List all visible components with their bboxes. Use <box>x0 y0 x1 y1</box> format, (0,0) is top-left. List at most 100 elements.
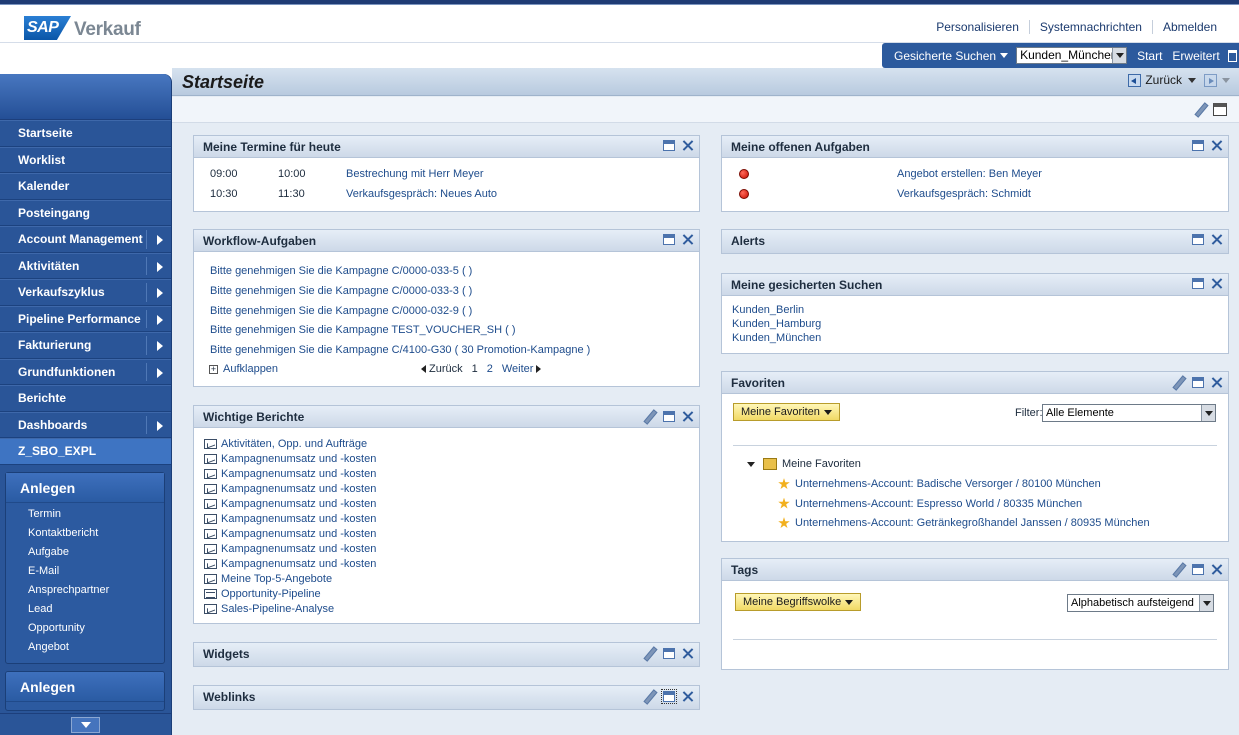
workflow-task-link[interactable]: Bitte genehmigen Sie die Kampagne C/0000… <box>210 285 472 297</box>
report-link[interactable]: Kampagnenumsatz und -kosten <box>221 453 376 465</box>
edit-pencil-icon[interactable] <box>643 690 656 703</box>
favorite-item[interactable]: Unternehmens-Account: Badische Versorger… <box>778 478 1101 490</box>
report-item[interactable]: Aktivitäten, Opp. und Aufträge <box>204 438 367 450</box>
report-item[interactable]: Opportunity-Pipeline <box>204 588 321 600</box>
nav-item[interactable]: Startseite <box>0 120 171 147</box>
favorite-link[interactable]: Unternehmens-Account: Badische Versorger… <box>795 478 1101 490</box>
create-link[interactable]: Opportunity <box>6 619 164 638</box>
chevron-right-icon[interactable] <box>157 288 163 298</box>
back-history-dropdown-icon[interactable] <box>1188 77 1196 83</box>
task-link[interactable]: Verkaufsgespräch: Schmidt <box>897 188 1031 200</box>
chevron-right-icon[interactable] <box>157 314 163 325</box>
report-item[interactable]: Meine Top-5-Angebote <box>204 573 332 585</box>
minimize-icon[interactable] <box>663 234 675 245</box>
nav-item[interactable]: Pipeline Performance <box>0 305 171 332</box>
close-icon[interactable] <box>682 691 693 702</box>
chevron-right-icon[interactable] <box>157 261 163 272</box>
nav-item[interactable]: Account Management <box>0 226 171 253</box>
chevron-right-icon[interactable] <box>157 367 163 378</box>
expand-control[interactable]: + Aufklappen <box>209 363 278 375</box>
report-item[interactable]: Kampagnenumsatz und -kosten <box>204 483 376 495</box>
nav-item[interactable]: Worklist <box>0 146 171 173</box>
minimize-icon[interactable] <box>1192 278 1204 289</box>
favorite-link[interactable]: Unternehmens-Account: Espresso World / 8… <box>795 498 1082 510</box>
filter-select[interactable]: Alle Elemente <box>1042 404 1216 422</box>
report-item[interactable]: Kampagnenumsatz und -kosten <box>204 468 376 480</box>
create-link[interactable]: Aufgabe <box>6 543 164 562</box>
favorites-folder[interactable]: Meine Favoriten <box>747 458 861 470</box>
workflow-task-link[interactable]: Bitte genehmigen Sie die Kampagne C/0000… <box>210 305 472 317</box>
report-link[interactable]: Kampagnenumsatz und -kosten <box>221 528 376 540</box>
tag-cloud-button[interactable]: Meine Begriffswolke <box>735 593 862 611</box>
dropdown-arrow-icon[interactable] <box>1112 48 1127 63</box>
minimize-icon[interactable] <box>1192 234 1204 245</box>
close-icon[interactable] <box>682 411 693 422</box>
report-item[interactable]: Sales-Pipeline-Analyse <box>204 603 334 615</box>
create-link[interactable]: Kontaktbericht <box>6 524 164 543</box>
appointment-link[interactable]: Bestrechung mit Herr Meyer <box>346 168 484 180</box>
report-link[interactable]: Kampagnenumsatz und -kosten <box>221 558 376 570</box>
report-item[interactable]: Kampagnenumsatz und -kosten <box>204 558 376 570</box>
chevron-right-icon[interactable] <box>157 235 163 245</box>
logout-link[interactable]: Abmelden <box>1151 20 1227 34</box>
pager-next[interactable]: Weiter <box>502 363 542 375</box>
nav-item[interactable]: Aktivitäten <box>0 252 171 279</box>
minimize-icon[interactable] <box>1192 564 1204 575</box>
tree-expanded-icon[interactable] <box>747 461 755 467</box>
nav-item[interactable]: Berichte <box>0 385 171 412</box>
task-link[interactable]: Angebot erstellen: Ben Meyer <box>897 168 1042 180</box>
close-icon[interactable] <box>682 648 693 659</box>
minimize-icon[interactable] <box>1192 377 1204 388</box>
report-link[interactable]: Aktivitäten, Opp. und Aufträge <box>221 438 367 450</box>
workflow-task-link[interactable]: Bitte genehmigen Sie die Kampagne C/4100… <box>210 344 590 356</box>
nav-item[interactable]: Posteingang <box>0 199 171 226</box>
system-messages-link[interactable]: Systemnachrichten <box>1028 20 1152 34</box>
create-link[interactable]: E-Mail <box>6 562 164 581</box>
forward-icon[interactable] <box>1204 73 1217 87</box>
pager-page-2[interactable]: 2 <box>487 363 493 375</box>
personalize-link[interactable]: Personalisieren <box>926 20 1029 34</box>
nav-item[interactable]: Grundfunktionen <box>0 358 171 385</box>
back-icon[interactable] <box>1128 73 1142 87</box>
close-icon[interactable] <box>1211 564 1222 575</box>
nav-item[interactable]: Z_SBO_EXPL <box>0 438 171 465</box>
report-link[interactable]: Kampagnenumsatz und -kosten <box>221 483 376 495</box>
edit-pencil-icon[interactable] <box>1172 376 1185 389</box>
pager-page-1[interactable]: 1 <box>472 363 478 375</box>
saved-search-link[interactable]: Kunden_Hamburg <box>732 318 821 330</box>
close-icon[interactable] <box>682 234 693 245</box>
report-link[interactable]: Meine Top-5-Angebote <box>221 573 332 585</box>
report-item[interactable]: Kampagnenumsatz und -kosten <box>204 543 376 555</box>
chevron-right-icon[interactable] <box>157 420 163 431</box>
report-link[interactable]: Kampagnenumsatz und -kosten <box>221 543 376 555</box>
nav-item[interactable]: Fakturierung <box>0 332 171 359</box>
personalize-page-pencil-icon[interactable] <box>1194 103 1207 116</box>
nav-item[interactable]: Kalender <box>0 173 171 200</box>
edit-pencil-icon[interactable] <box>1172 563 1185 576</box>
trash-icon[interactable] <box>1227 49 1237 62</box>
expand-plus-icon[interactable]: + <box>209 364 218 374</box>
favorite-item[interactable]: Unternehmens-Account: Getränkegroßhandel… <box>778 517 1150 529</box>
nav-scroll-down-button[interactable] <box>71 717 100 733</box>
saved-search-link[interactable]: Kunden_München <box>732 332 821 344</box>
create-link[interactable]: Ansprechpartner <box>6 581 164 600</box>
report-item[interactable]: Kampagnenumsatz und -kosten <box>204 528 376 540</box>
nav-item[interactable]: Dashboards <box>0 411 171 438</box>
saved-searches-menu[interactable]: Gesicherte Suchen <box>894 49 1009 63</box>
workflow-task-link[interactable]: Bitte genehmigen Sie die Kampagne TEST_V… <box>210 324 516 336</box>
dropdown-arrow-icon[interactable] <box>1199 595 1213 611</box>
close-icon[interactable] <box>1211 377 1222 388</box>
forward-history-dropdown-icon[interactable] <box>1222 77 1230 83</box>
print-icon[interactable] <box>1213 103 1227 116</box>
minimize-icon[interactable] <box>663 140 675 151</box>
report-item[interactable]: Kampagnenumsatz und -kosten <box>204 453 376 465</box>
close-icon[interactable] <box>1211 234 1222 245</box>
saved-search-select[interactable]: Kunden_München <box>1016 47 1128 64</box>
report-link[interactable]: Kampagnenumsatz und -kosten <box>221 468 376 480</box>
favorite-link[interactable]: Unternehmens-Account: Getränkegroßhandel… <box>795 517 1150 529</box>
my-favorites-button[interactable]: Meine Favoriten <box>733 403 840 421</box>
minimize-icon[interactable] <box>663 411 675 422</box>
appointment-link[interactable]: Verkaufsgespräch: Neues Auto <box>346 188 497 200</box>
pager-prev[interactable]: Zurück <box>421 363 463 375</box>
tags-sort-select[interactable]: Alphabetisch aufsteigend <box>1067 594 1214 612</box>
